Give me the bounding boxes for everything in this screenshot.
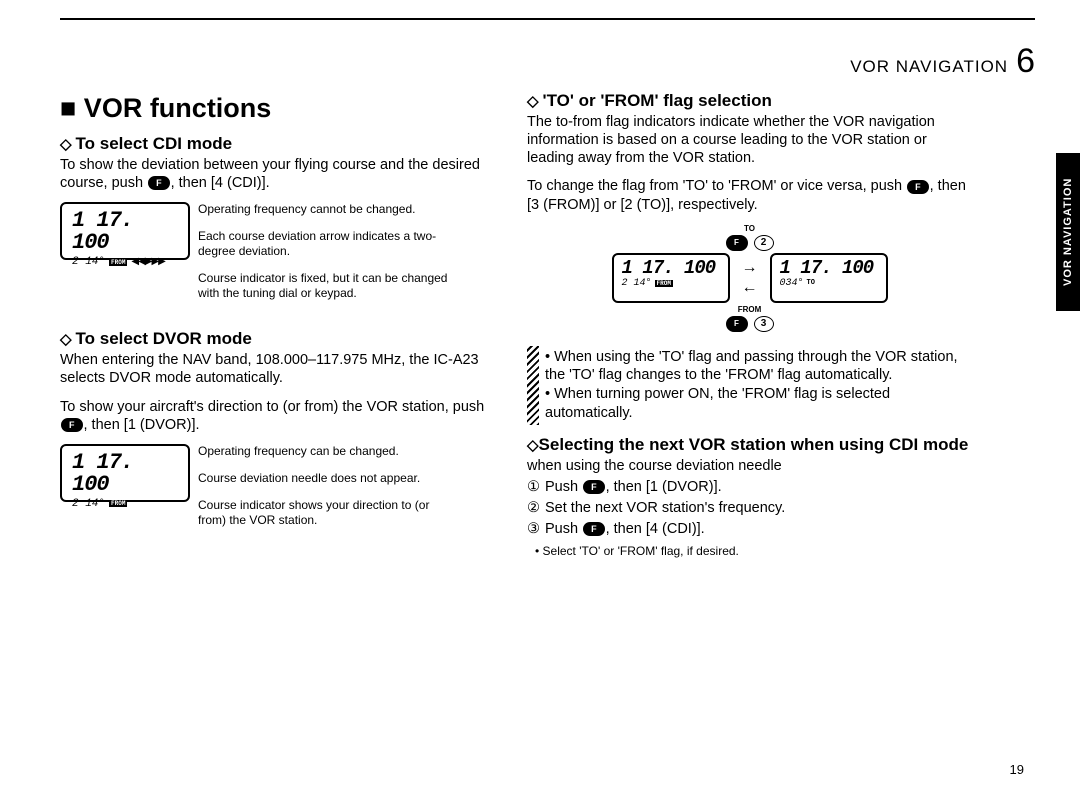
lcd-right-course: 034° <box>780 278 804 289</box>
dvor-callout-1: Operating frequency can be changed. <box>198 444 458 459</box>
nextvor-step-3: Push F, then [4 (CDI)]. <box>527 519 972 540</box>
dvor-heading: ◇ To select DVOR mode <box>60 329 505 349</box>
lcd-left-course: 2 14° <box>622 278 652 289</box>
dvor-frequency: 1 17. 100 <box>72 452 178 496</box>
tofrom-paragraph-1: The to-from flag indicators indicate whe… <box>527 113 972 167</box>
page-number: 19 <box>1010 762 1024 777</box>
nextvor-steps: Push F, then [1 (DVOR)]. Set the next VO… <box>527 477 972 540</box>
diamond-icon: ◇ <box>527 92 539 110</box>
tofrom-note-box: • When using the 'TO' flag and passing t… <box>527 346 972 425</box>
left-column: ■ VOR functions ◇ To select CDI mode To … <box>60 87 505 558</box>
tofrom-diagram: TO F 2 1 17. 100 2 14° FROM → <box>527 224 972 332</box>
hatch-pattern-icon <box>527 346 539 425</box>
cdi-from-badge: FROM <box>109 259 127 266</box>
nextvor-bullet: • Select 'TO' or 'FROM' flag, if desired… <box>535 544 972 558</box>
tofrom-paragraph-2: To change the flag from 'TO' to 'FROM' o… <box>527 177 972 213</box>
dvor-paragraph-1: When entering the NAV band, 108.000–117.… <box>60 351 505 387</box>
dvor-course: 2 14° <box>72 498 105 510</box>
tofrom-lcd-left: 1 17. 100 2 14° FROM <box>612 253 730 303</box>
cdi-course: 2 14° <box>72 256 105 268</box>
dvor-callout-2: Course deviation needle does not appear. <box>198 471 458 486</box>
cdi-deviation-arrows: ◀◀▶▶▶ <box>131 256 164 268</box>
dvor-paragraph-2: To show your aircraft's direction to (or… <box>60 398 505 434</box>
from-label: FROM <box>738 305 762 314</box>
lcd-right-freq: 1 17. 100 <box>780 259 878 278</box>
nextvor-heading-sub: when using the course deviation needle <box>527 458 782 474</box>
f-key-icon: F <box>583 480 605 494</box>
nextvor-step-1: Push F, then [1 (DVOR)]. <box>527 477 972 498</box>
arrow-right-icon: → <box>742 259 758 277</box>
f-key-icon: F <box>907 180 929 194</box>
dvor-from-badge: FROM <box>109 500 127 507</box>
cdi-callout-2: Each course deviation arrow indicates a … <box>198 229 458 259</box>
header-section-title: VOR NAVIGATION <box>850 57 1008 77</box>
lcd-left-badge: FROM <box>655 280 673 287</box>
cdi-callout-1: Operating frequency cannot be changed. <box>198 202 458 217</box>
cdi-frequency: 1 17. 100 <box>72 210 178 254</box>
cdi-callouts: Operating frequency cannot be changed. E… <box>198 202 458 313</box>
f-key-pill: F <box>726 235 748 251</box>
chapter-number: 6 <box>1016 42 1035 81</box>
diamond-icon: ◇ <box>60 330 72 348</box>
tofrom-note-2: • When turning power ON, the 'FROM' flag… <box>545 385 972 423</box>
cdi-heading: ◇ To select CDI mode <box>60 134 505 154</box>
page-header: VOR NAVIGATION 6 <box>60 42 1035 81</box>
dvor-callouts: Operating frequency can be changed. Cour… <box>198 444 458 540</box>
tofrom-lcd-right: 1 17. 100 034° TO <box>770 253 888 303</box>
nextvor-step-2: Set the next VOR station's frequency. <box>527 498 972 519</box>
f-key-icon: F <box>148 176 170 190</box>
tofrom-heading: ◇ 'TO' or 'FROM' flag selection <box>527 91 972 111</box>
arrow-left-icon: ← <box>742 279 758 297</box>
tofrom-note-1: • When using the 'TO' flag and passing t… <box>545 348 972 386</box>
cdi-lcd-diagram: 1 17. 100 2 14° FROM ◀◀▶▶▶ Operating fre… <box>60 202 505 313</box>
section-title: ■ VOR functions <box>60 93 505 124</box>
f-key-icon: F <box>61 418 83 432</box>
to-label: TO <box>744 224 755 233</box>
nextvor-heading: ◇Selecting the next VOR station when usi… <box>527 435 972 475</box>
dvor-lcd-diagram: 1 17. 100 2 14° FROM Operating frequency… <box>60 444 505 540</box>
lcd-left-freq: 1 17. 100 <box>622 259 720 278</box>
diamond-icon: ◇ <box>527 437 539 454</box>
cdi-paragraph: To show the deviation between your flyin… <box>60 156 505 192</box>
key-3-pill: 3 <box>754 316 774 332</box>
cdi-callout-3: Course indicator is fixed, but it can be… <box>198 271 458 301</box>
diamond-icon: ◇ <box>60 135 72 153</box>
key-2-pill: 2 <box>754 235 774 251</box>
dvor-lcd-display: 1 17. 100 2 14° FROM <box>60 444 190 502</box>
dvor-callout-3: Course indicator shows your direction to… <box>198 498 458 528</box>
cdi-lcd-display: 1 17. 100 2 14° FROM ◀◀▶▶▶ <box>60 202 190 260</box>
side-tab: VOR NAVIGATION <box>1056 153 1080 311</box>
f-key-icon: F <box>583 522 605 536</box>
right-column: ◇ 'TO' or 'FROM' flag selection The to-f… <box>527 87 972 558</box>
f-key-pill: F <box>726 316 748 332</box>
lcd-right-badge: TO <box>807 279 815 287</box>
